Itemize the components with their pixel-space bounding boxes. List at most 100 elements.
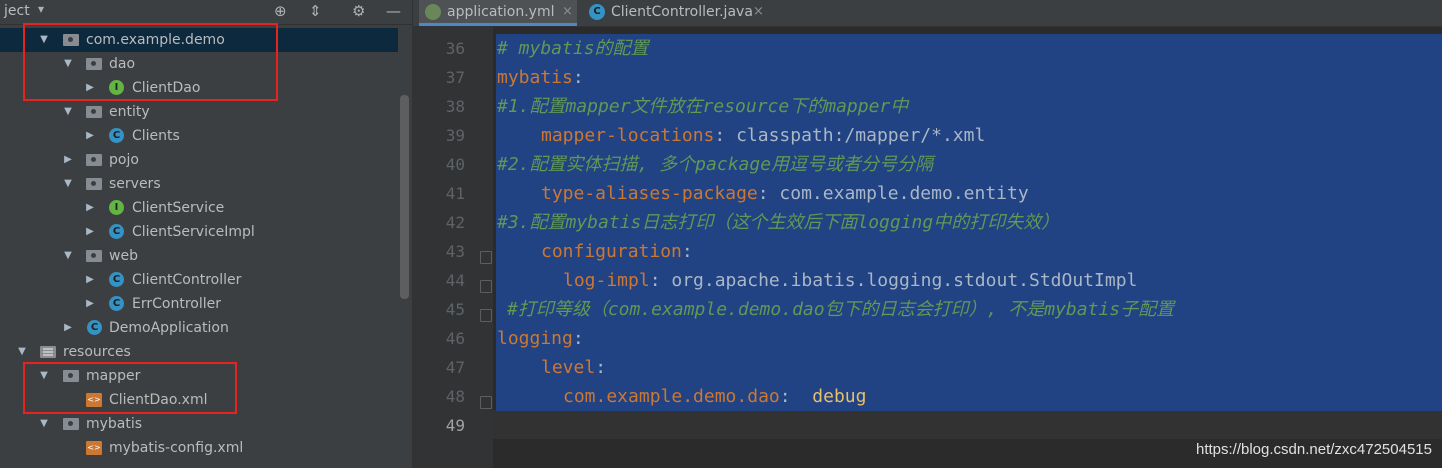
watermark: https://blog.csdn.net/zxc472504515 bbox=[1195, 441, 1432, 458]
tree-item-web[interactable]: ▼ web bbox=[0, 244, 398, 268]
tree-item-clientserviceimpl[interactable]: ▶ C ClientServiceImpl bbox=[0, 220, 398, 244]
code-line-46: logging: bbox=[497, 324, 584, 353]
tree-item-mybatis[interactable]: ▼ mybatis bbox=[0, 412, 398, 436]
collapsed-arrow-icon[interactable]: ▶ bbox=[62, 316, 74, 340]
comment: # mybatis的配置 bbox=[497, 38, 649, 59]
class-icon: C bbox=[109, 296, 124, 311]
yaml-value: : classpath:/mapper/*.xml bbox=[714, 125, 986, 146]
tree-item-clientcontroller[interactable]: ▶ C ClientController bbox=[0, 268, 398, 292]
gear-icon[interactable]: ⚙ bbox=[352, 2, 365, 20]
yaml-colon: : bbox=[779, 386, 813, 407]
collapsed-arrow-icon[interactable]: ▶ bbox=[84, 268, 96, 292]
tree-item-label: ClientServiceImpl bbox=[132, 224, 255, 240]
yaml-value: debug bbox=[812, 386, 867, 407]
folder-icon bbox=[63, 418, 79, 430]
line-number: 37 bbox=[445, 68, 465, 87]
code-line-45: #打印等级（com.example.demo.dao包下的日志会打印）, 不是m… bbox=[507, 295, 1174, 324]
java-class-icon: C bbox=[589, 4, 605, 20]
package-icon bbox=[86, 154, 102, 166]
yml-file-icon bbox=[425, 4, 441, 20]
line-number: 38 bbox=[445, 97, 465, 116]
comment: #1.配置mapper文件放在resource下的mapper中 bbox=[497, 96, 909, 117]
target-icon[interactable]: ⊕ bbox=[274, 2, 287, 20]
collapsed-arrow-icon[interactable]: ▶ bbox=[84, 220, 96, 244]
fold-marker-icon[interactable] bbox=[480, 251, 492, 264]
tree-item-clientservice[interactable]: ▶ I ClientService bbox=[0, 196, 398, 220]
code-line-41: type-aliases-package: com.example.demo.e… bbox=[541, 179, 1029, 208]
tree-item-resources[interactable]: ▼ resources bbox=[0, 340, 398, 364]
class-icon: C bbox=[109, 224, 124, 239]
tree-item-servers[interactable]: ▼ servers bbox=[0, 172, 398, 196]
tree-item-label: entity bbox=[109, 104, 150, 120]
collapsed-arrow-icon[interactable]: ▶ bbox=[84, 124, 96, 148]
project-panel-title[interactable]: ject bbox=[4, 3, 30, 19]
code-line-37: mybatis: bbox=[497, 63, 584, 92]
line-number: 46 bbox=[445, 329, 465, 348]
collapsed-arrow-icon[interactable]: ▶ bbox=[84, 196, 96, 220]
fold-marker-icon[interactable] bbox=[480, 396, 492, 409]
tree-scrollbar[interactable] bbox=[400, 95, 409, 299]
tree-item-mybatis-config-xml[interactable]: <> mybatis-config.xml bbox=[0, 436, 398, 460]
line-number: 42 bbox=[445, 213, 465, 232]
highlight-box-mapper bbox=[23, 362, 237, 414]
collapse-icon[interactable]: ⇕ bbox=[309, 2, 322, 20]
tree-item-pojo[interactable]: ▶ pojo bbox=[0, 148, 398, 172]
line-number: 44 bbox=[445, 271, 465, 290]
xml-file-icon: <> bbox=[86, 441, 102, 455]
tab-application-yml[interactable]: application.yml × bbox=[419, 0, 577, 26]
expand-arrow-icon[interactable]: ▼ bbox=[38, 412, 50, 436]
project-toolbar: ject ▾ ⊕ ⇕ ⚙ — bbox=[0, 0, 412, 25]
tree-item-label: web bbox=[109, 248, 138, 264]
package-icon bbox=[86, 178, 102, 190]
line-number: 47 bbox=[445, 358, 465, 377]
yaml-value: : org.apache.ibatis.logging.stdout.StdOu… bbox=[649, 270, 1138, 291]
tree-item-entity[interactable]: ▼ entity bbox=[0, 100, 398, 124]
collapsed-arrow-icon[interactable]: ▶ bbox=[84, 292, 96, 316]
code-line-36: # mybatis的配置 bbox=[497, 34, 649, 63]
tab-label: application.yml bbox=[447, 4, 555, 20]
comment: #2.配置实体扫描, 多个package用逗号或者分号分隔 bbox=[497, 154, 934, 175]
tab-clientcontroller-java[interactable]: C ClientController.java × bbox=[581, 0, 771, 26]
expand-arrow-icon[interactable]: ▼ bbox=[62, 244, 74, 268]
tree-item-label: servers bbox=[109, 176, 161, 192]
yaml-key: mapper-locations bbox=[541, 125, 715, 146]
current-line-number: 49 bbox=[445, 416, 465, 435]
yaml-colon: : bbox=[572, 328, 584, 349]
line-number: 36 bbox=[445, 39, 465, 58]
yaml-key: configuration bbox=[541, 241, 682, 262]
close-icon[interactable]: × bbox=[753, 0, 764, 24]
tree-item-demoapplication[interactable]: ▶ C DemoApplication bbox=[0, 316, 398, 340]
fold-marker-icon[interactable] bbox=[480, 309, 492, 322]
tree-item-clients[interactable]: ▶ C Clients bbox=[0, 124, 398, 148]
tree-item-label: mybatis-config.xml bbox=[109, 440, 244, 456]
fold-marker-icon[interactable] bbox=[480, 280, 492, 293]
class-icon: C bbox=[109, 272, 124, 287]
line-number: 40 bbox=[445, 155, 465, 174]
yaml-key: logging bbox=[497, 328, 573, 349]
editor-tab-bar: application.yml × C ClientController.jav… bbox=[413, 0, 1442, 27]
resources-folder-icon bbox=[40, 346, 56, 358]
dropdown-icon[interactable]: ▾ bbox=[38, 2, 44, 16]
code-line-40: #2.配置实体扫描, 多个package用逗号或者分号分隔 bbox=[497, 150, 933, 179]
comment: #打印等级（com.example.demo.dao包下的日志会打印）, 不是m… bbox=[507, 299, 1175, 320]
line-number: 39 bbox=[445, 126, 465, 145]
expand-arrow-icon[interactable]: ▼ bbox=[16, 340, 28, 364]
code-line-39: mapper-locations: classpath:/mapper/*.xm… bbox=[541, 121, 985, 150]
code-line-38: #1.配置mapper文件放在resource下的mapper中 bbox=[497, 92, 908, 121]
interface-icon: I bbox=[109, 200, 124, 215]
tab-label: ClientController.java bbox=[611, 4, 753, 20]
line-number: 41 bbox=[445, 184, 465, 203]
yaml-value: : com.example.demo.entity bbox=[757, 183, 1029, 204]
tree-item-label: mybatis bbox=[86, 416, 143, 432]
expand-arrow-icon[interactable]: ▼ bbox=[62, 172, 74, 196]
tree-item-errcontroller[interactable]: ▶ C ErrController bbox=[0, 292, 398, 316]
line-number-gutter[interactable]: 36 37 38 39 40 41 42 43 44 45 46 47 48 4… bbox=[413, 26, 493, 468]
close-icon[interactable]: × bbox=[562, 0, 573, 24]
tree-item-label: DemoApplication bbox=[109, 320, 229, 336]
minimize-icon[interactable]: — bbox=[386, 2, 401, 20]
code-area[interactable]: # mybatis的配置 mybatis: #1.配置mapper文件放在res… bbox=[493, 26, 1442, 468]
line-number: 48 bbox=[445, 387, 465, 406]
project-panel: ject ▾ ⊕ ⇕ ⚙ — ▼ com.example.demo ▼ dao … bbox=[0, 0, 413, 468]
collapsed-arrow-icon[interactable]: ▶ bbox=[62, 148, 74, 172]
expand-arrow-icon[interactable]: ▼ bbox=[62, 100, 74, 124]
